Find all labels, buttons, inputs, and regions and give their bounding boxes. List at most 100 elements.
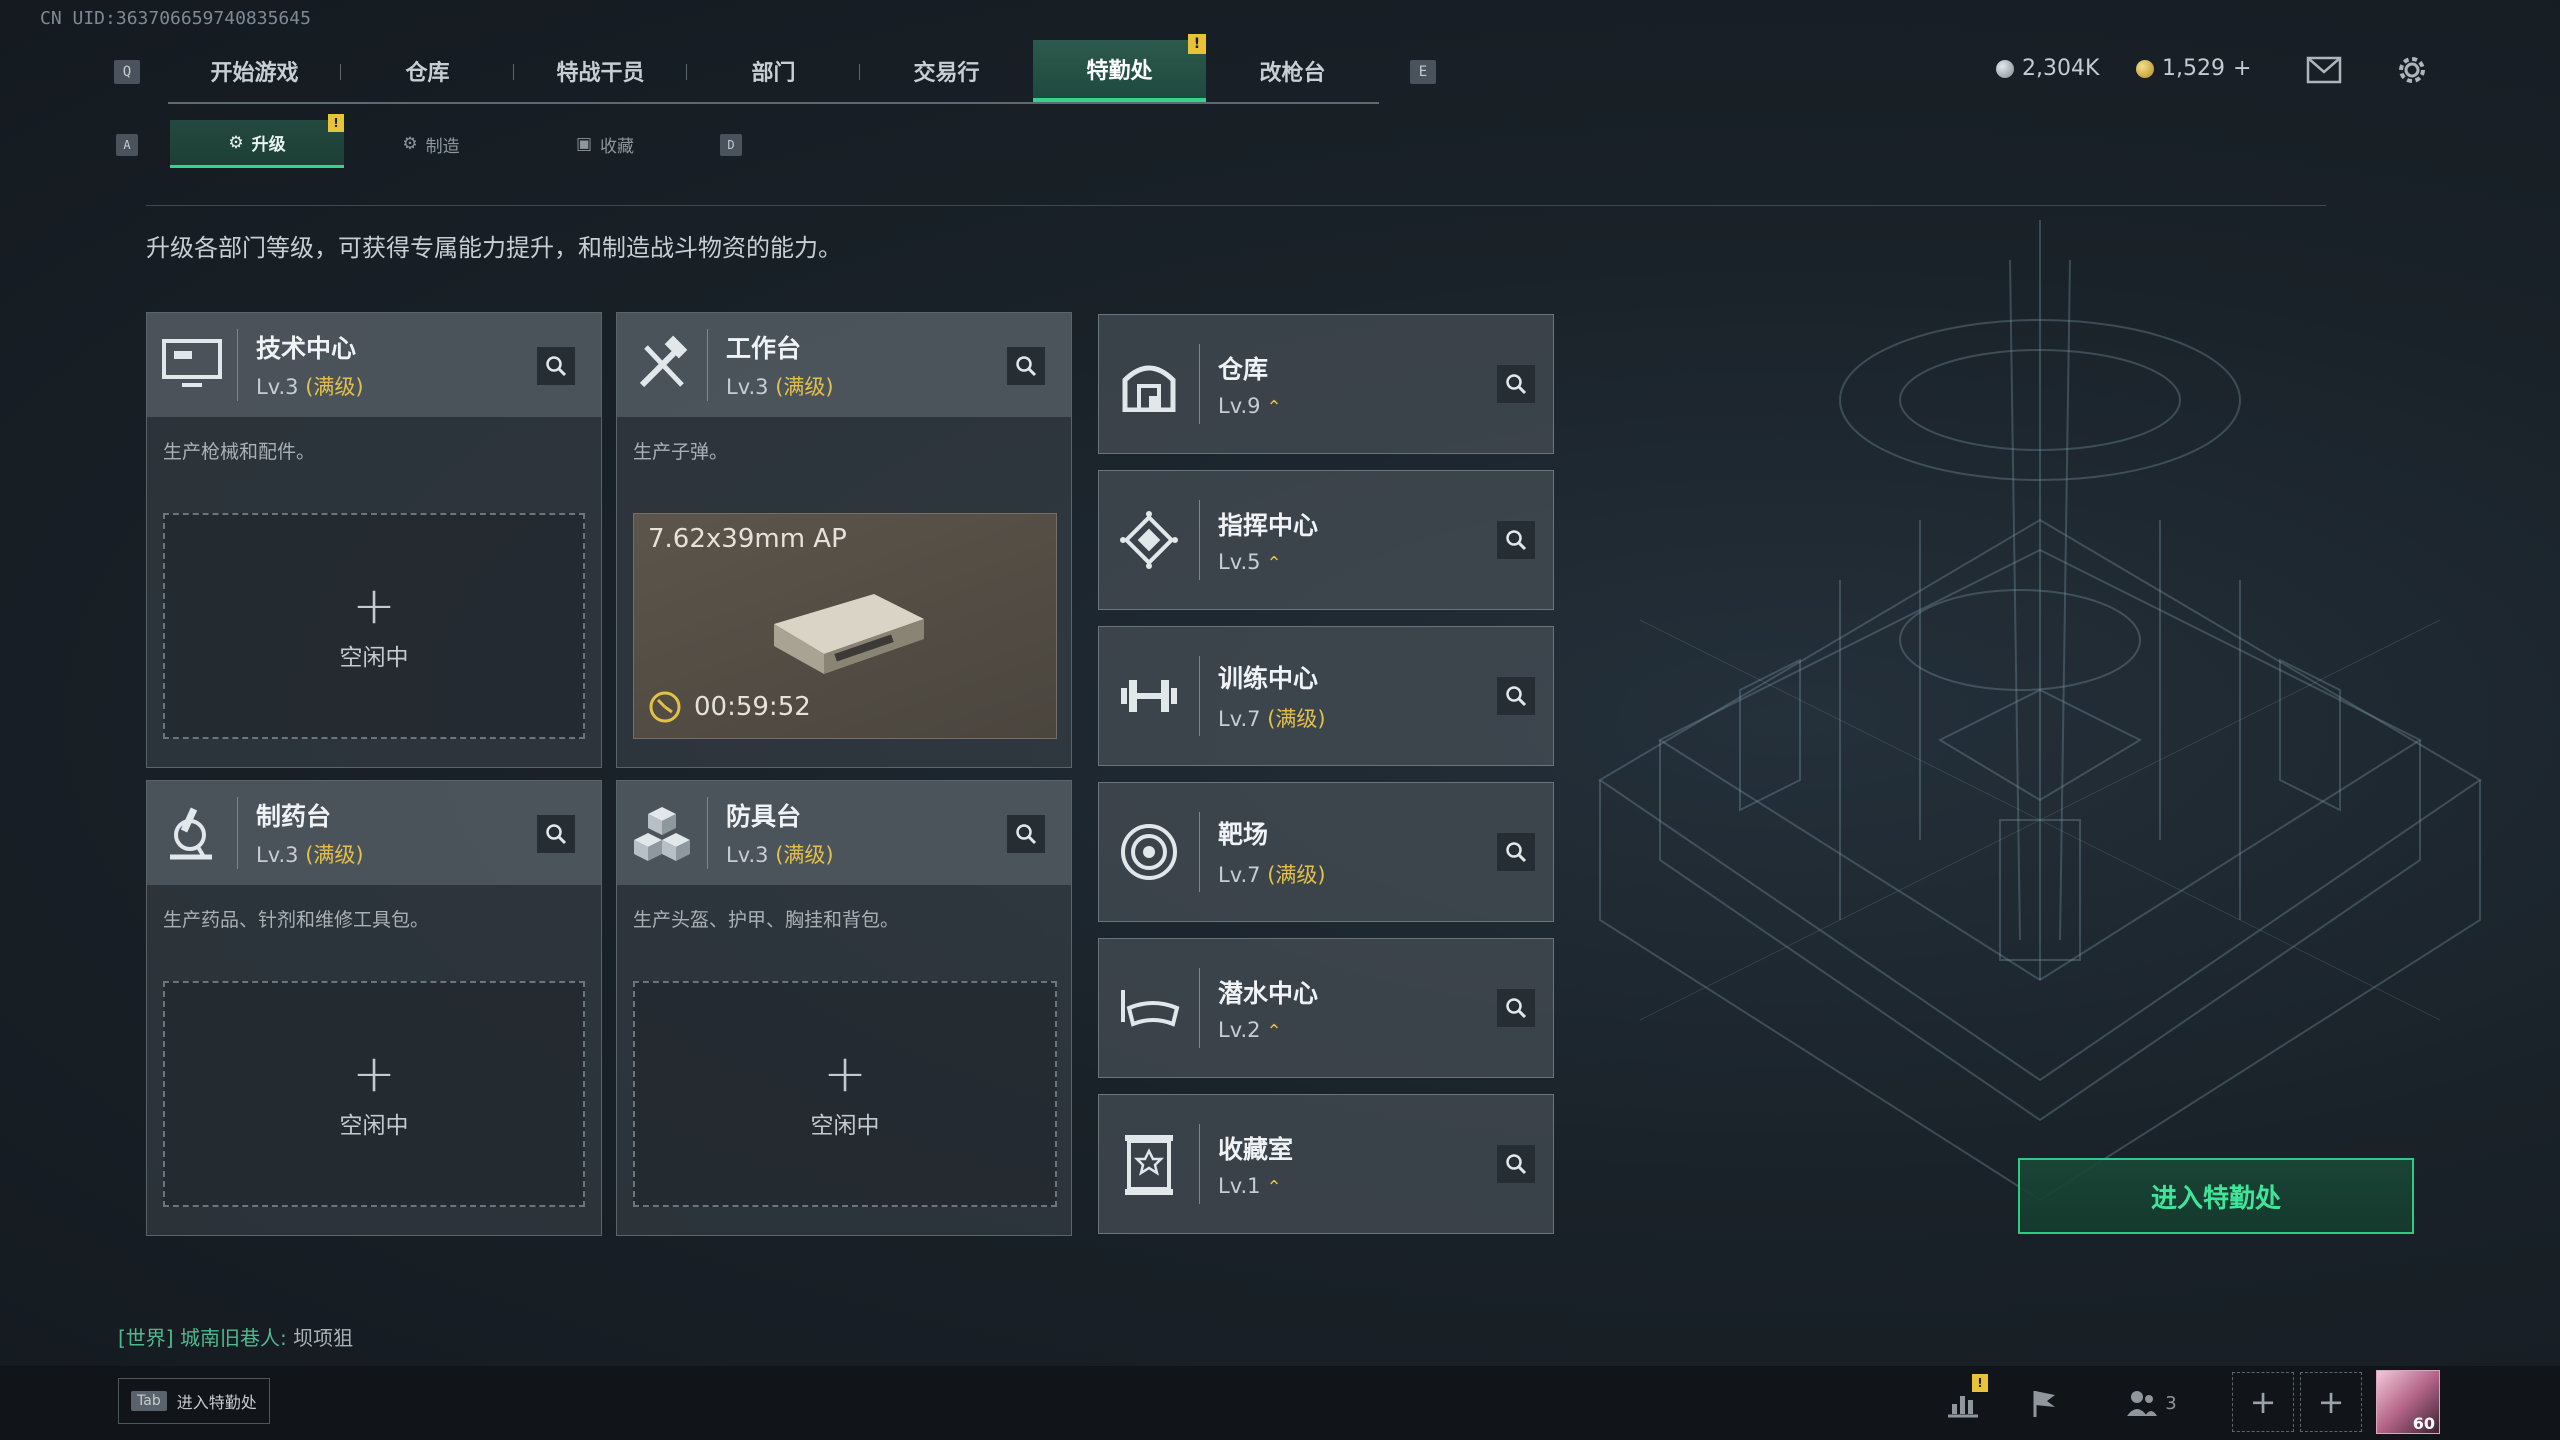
separator — [707, 797, 708, 869]
search-icon[interactable] — [1007, 815, 1045, 853]
mail-icon[interactable] — [2306, 56, 2342, 84]
add-teammate-slot-2[interactable]: + — [2300, 1372, 2362, 1432]
tab-departments[interactable]: 部门 — [687, 40, 860, 102]
facility-card-workbench[interactable]: 工作台 Lv.3 (满级) 生产子弹。 7.62x39mm AP 00:59:5… — [616, 312, 1072, 768]
tab-special-ops[interactable]: 特勤处 ! — [1033, 34, 1206, 102]
search-icon[interactable] — [1007, 347, 1045, 385]
trophy-icon — [1099, 1094, 1199, 1234]
notification-badge: ! — [1972, 1374, 1988, 1392]
department-shooting-range[interactable]: 靶场 Lv.7 (满级) — [1098, 782, 1554, 922]
microscope-icon — [147, 781, 237, 885]
subtab-craft[interactable]: ⚙ 制造 — [344, 120, 518, 168]
max-level-tag: (满级) — [775, 375, 834, 399]
slot-status: 空闲中 — [339, 1113, 409, 1139]
facility-card-pharmacy[interactable]: 制药台 Lv.3 (满级) 生产药品、针剂和维修工具包。 + 空闲中 — [146, 780, 602, 1236]
department-name: 仓库 — [1218, 355, 1269, 384]
department-diving-center[interactable]: 潜水中心 Lv.2 ⌃ — [1098, 938, 1554, 1078]
department-level: Lv.2 — [1218, 1018, 1261, 1042]
department-name: 收藏室 — [1218, 1135, 1294, 1164]
search-icon[interactable] — [1497, 677, 1535, 715]
subtab-label: 收藏 — [600, 136, 635, 157]
upgrade-icon: ⚙ — [228, 132, 244, 153]
friends-button[interactable]: 3 — [2116, 1380, 2186, 1426]
subtab-collection[interactable]: ▣ 收藏 — [518, 120, 692, 168]
dumbbell-icon — [1099, 626, 1199, 766]
sub-nav: ⚙ 升级 ! ⚙ 制造 ▣ 收藏 — [170, 114, 692, 168]
tab-label: 交易行 — [913, 61, 980, 86]
subnav-prev-key-hint: A — [116, 134, 138, 156]
search-icon[interactable] — [1497, 1145, 1535, 1183]
search-icon[interactable] — [1497, 521, 1535, 559]
max-level-tag: (满级) — [305, 843, 364, 867]
facility-card-tech-center[interactable]: 技术中心 Lv.3 (满级) 生产枪械和配件。 + 空闲中 — [146, 312, 602, 768]
gold-amount: 1,529 — [2162, 56, 2225, 81]
production-in-progress[interactable]: 7.62x39mm AP 00:59:52 — [633, 513, 1057, 739]
facility-description: 生产药品、针剂和维修工具包。 — [163, 909, 430, 931]
facility-blueprint-art — [1598, 220, 2482, 1202]
department-level: Lv.7 — [1218, 863, 1261, 887]
search-icon[interactable] — [537, 347, 575, 385]
subtab-label: 制造 — [425, 136, 460, 157]
separator — [1199, 344, 1200, 424]
tab-operators[interactable]: 特战干员 — [514, 40, 687, 102]
department-level: Lv.7 — [1218, 707, 1261, 731]
separator — [1199, 812, 1200, 892]
chat-message: 坝项狙 — [293, 1326, 354, 1350]
enter-special-ops-button[interactable]: 进入特勤处 — [2018, 1158, 2414, 1234]
world-chat-line[interactable]: [世界] 城南旧巷人: 坝项狙 — [118, 1322, 353, 1351]
tab-trading[interactable]: 交易行 — [860, 40, 1033, 102]
chat-channel: [世界] — [118, 1326, 174, 1350]
separator — [1199, 968, 1200, 1048]
diving-mask-icon — [1099, 938, 1199, 1078]
facility-description: 生产子弹。 — [633, 441, 729, 463]
add-gold-icon[interactable]: + — [2233, 56, 2251, 81]
department-command-center[interactable]: 指挥中心 Lv.5 ⌃ — [1098, 470, 1554, 610]
tab-gunsmith[interactable]: 改枪台 — [1206, 40, 1379, 102]
facility-name: 防具台 — [726, 802, 802, 831]
department-collection-room[interactable]: 收藏室 Lv.1 ⌃ — [1098, 1094, 1554, 1234]
slot-status: 空闲中 — [339, 645, 409, 671]
tab-enter-hint[interactable]: Tab 进入特勤处 — [118, 1378, 270, 1424]
gold-currency[interactable]: 1,529 + — [2136, 56, 2251, 81]
department-warehouse[interactable]: 仓库 Lv.9 ⌃ — [1098, 314, 1554, 454]
department-level: Lv.1 — [1218, 1174, 1261, 1198]
department-training-center[interactable]: 训练中心 Lv.7 (满级) — [1098, 626, 1554, 766]
facility-card-armor-bench[interactable]: 防具台 Lv.3 (满级) 生产头盔、护甲、胸挂和背包。 + 空闲中 — [616, 780, 1072, 1236]
gear-icon[interactable] — [2394, 52, 2430, 88]
production-slot[interactable]: + 空闲中 — [163, 513, 585, 739]
stats-icon[interactable]: ! — [1940, 1374, 1988, 1426]
upgrade-available-icon: ⌃ — [1266, 397, 1282, 418]
facility-name: 技术中心 — [256, 334, 357, 363]
gold-coin-icon — [2136, 59, 2154, 78]
silver-amount: 2,304K — [2022, 56, 2100, 81]
player-avatar[interactable]: 60 — [2376, 1370, 2440, 1434]
search-icon[interactable] — [1497, 989, 1535, 1027]
computer-icon — [147, 313, 237, 417]
add-teammate-slot-1[interactable]: + — [2232, 1372, 2294, 1432]
warehouse-icon — [1099, 314, 1199, 454]
tab-label: 特战干员 — [556, 61, 645, 86]
search-icon[interactable] — [1497, 833, 1535, 871]
production-slot[interactable]: + 空闲中 — [163, 981, 585, 1207]
flag-icon[interactable] — [2020, 1380, 2066, 1426]
player-uid: CN UID:363706659740835645 — [40, 8, 311, 29]
notification-badge: ! — [1188, 34, 1206, 54]
timer-icon — [649, 691, 681, 723]
separator — [1199, 656, 1200, 736]
search-icon[interactable] — [1497, 365, 1535, 403]
divider — [146, 205, 2326, 206]
silver-currency: 2,304K — [1996, 56, 2099, 81]
craft-icon: ⚙ — [402, 134, 418, 154]
tab-key: Tab — [131, 1391, 167, 1411]
chat-sender: 城南旧巷人: — [179, 1326, 287, 1350]
subtab-label: 升级 — [251, 135, 286, 155]
page-description: 升级各部门等级，可获得专属能力提升，和制造战斗物资的能力。 — [146, 234, 842, 262]
separator — [1199, 500, 1200, 580]
tab-warehouse[interactable]: 仓库 — [341, 40, 514, 102]
production-slot[interactable]: + 空闲中 — [633, 981, 1057, 1207]
subtab-upgrade[interactable]: ⚙ 升级 ! — [170, 114, 344, 168]
department-name: 训练中心 — [1218, 664, 1319, 693]
search-icon[interactable] — [537, 815, 575, 853]
facility-name: 制药台 — [256, 802, 332, 831]
tab-start-game[interactable]: 开始游戏 — [168, 40, 341, 102]
